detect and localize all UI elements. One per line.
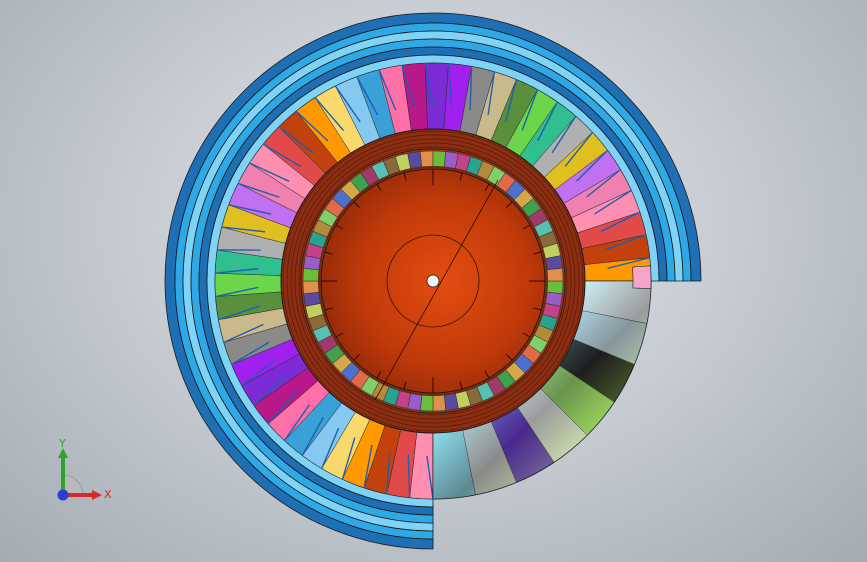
x-axis-label: X: [104, 488, 112, 501]
inner-blade: [302, 280, 320, 295]
coordinate-triad: Y X: [57, 438, 112, 501]
inner-blade: [432, 150, 447, 168]
inner-blade: [419, 150, 434, 168]
model-viewport[interactable]: [0, 0, 867, 562]
section-stub: [632, 265, 652, 289]
inner-blade: [432, 394, 447, 412]
inner-blade: [546, 280, 564, 295]
inner-blade: [546, 267, 564, 282]
inner-blade: [302, 267, 320, 282]
y-axis-label: Y: [58, 438, 66, 450]
shaft-center: [426, 274, 440, 288]
z-axis-dot: [57, 489, 69, 501]
inner-blade: [419, 394, 434, 412]
x-axis-arrowhead: [92, 490, 102, 500]
